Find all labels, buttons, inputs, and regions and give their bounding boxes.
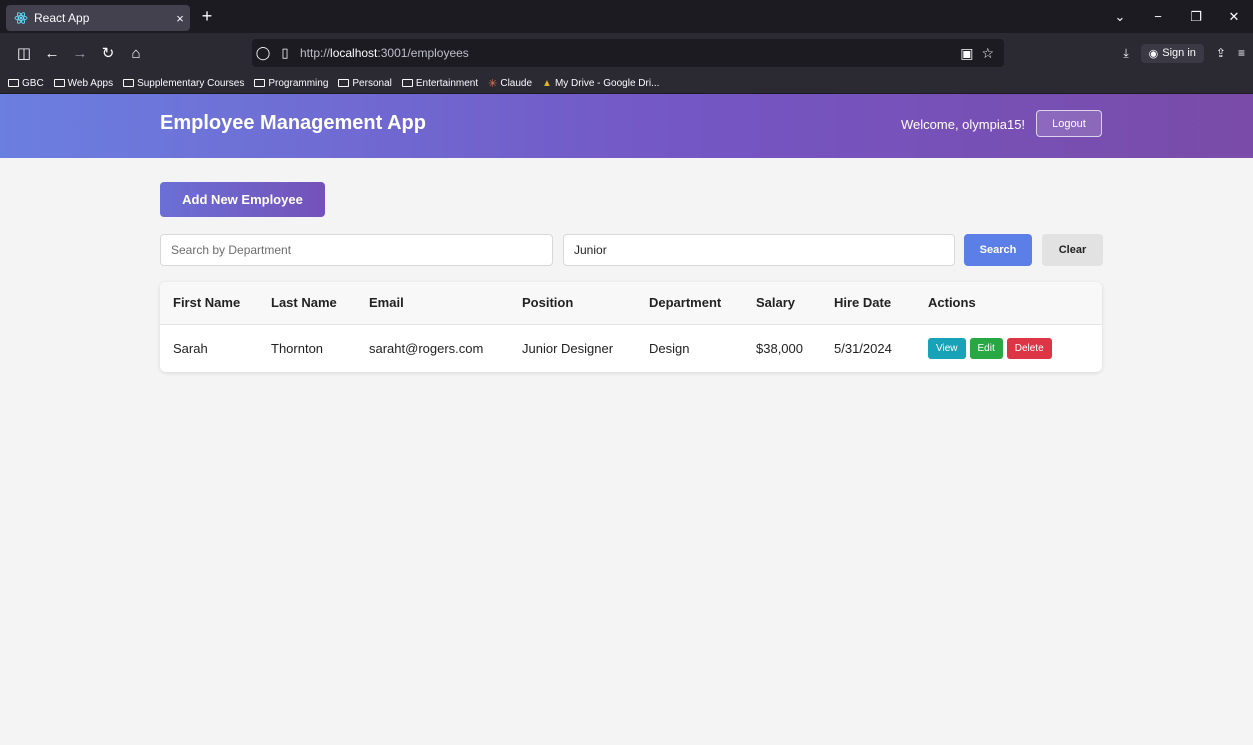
cell-position: Junior Designer bbox=[522, 340, 614, 356]
browser-tab[interactable]: React App × bbox=[6, 5, 190, 31]
column-header-hire-date: Hire Date bbox=[834, 295, 892, 311]
close-window-icon[interactable]: ✕ bbox=[1215, 9, 1253, 25]
tab-list-chevron-icon[interactable]: ⌄ bbox=[1101, 9, 1139, 25]
bookmark-google-drive[interactable]: ▲ My Drive - Google Dri... bbox=[542, 78, 659, 89]
shield-icon[interactable]: ◯ bbox=[252, 45, 274, 61]
google-drive-icon: ▲ bbox=[542, 77, 552, 89]
react-icon bbox=[14, 12, 28, 24]
browser-tabstrip: React App × + ⌄ − ❐ ✕ bbox=[0, 0, 1253, 33]
cell-email: saraht@rogers.com bbox=[369, 340, 484, 356]
column-header-actions: Actions bbox=[928, 295, 976, 311]
column-header-department: Department bbox=[649, 295, 722, 311]
view-button[interactable]: View bbox=[928, 337, 966, 359]
logout-button[interactable]: Logout bbox=[1036, 110, 1102, 137]
bookmark-web-apps[interactable]: Web Apps bbox=[53, 78, 113, 89]
reader-view-icon[interactable]: ▣ bbox=[960, 45, 973, 62]
column-header-first-name: First Name bbox=[173, 295, 241, 311]
folder-icon bbox=[8, 79, 19, 87]
column-header-last-name: Last Name bbox=[271, 295, 337, 311]
menu-icon[interactable]: ≡ bbox=[1238, 46, 1245, 60]
folder-icon bbox=[254, 79, 266, 87]
department-search-input[interactable] bbox=[160, 234, 553, 266]
cell-last-name: Thornton bbox=[271, 340, 324, 356]
search-button[interactable]: Search bbox=[964, 234, 1032, 266]
folder-icon bbox=[338, 79, 350, 87]
bookmark-personal[interactable]: Personal bbox=[338, 78, 392, 89]
column-header-position: Position bbox=[522, 295, 574, 311]
edit-button[interactable]: Edit bbox=[969, 337, 1003, 359]
app-title: Employee Management App bbox=[160, 112, 426, 134]
bookmark-entertainment[interactable]: Entertainment bbox=[401, 78, 478, 89]
reload-icon[interactable]: ↻ bbox=[94, 44, 122, 62]
table-header-row: First Name Last Name Email Position Depa… bbox=[160, 282, 1102, 324]
url-text[interactable]: http://localhost:3001/employees bbox=[300, 46, 469, 60]
tab-title: React App bbox=[34, 11, 90, 25]
browser-navbar: ◫ ← → ↻ ⌂ ◯ ▯ http://localhost:3001/empl… bbox=[0, 33, 1253, 73]
app-header: Employee Management App Welcome, olympia… bbox=[0, 94, 1253, 158]
claude-icon: ✳ bbox=[488, 77, 498, 90]
url-actions: ▣ ☆ bbox=[960, 39, 994, 67]
restore-icon[interactable]: ❐ bbox=[1177, 9, 1215, 25]
bookmark-supplementary-courses[interactable]: Supplementary Courses bbox=[123, 78, 244, 89]
cell-actions: View Edit Delete bbox=[915, 324, 1102, 372]
bookmark-claude[interactable]: ✳ Claude bbox=[488, 77, 532, 90]
minimize-icon[interactable]: − bbox=[1139, 9, 1177, 24]
home-icon[interactable]: ⌂ bbox=[122, 45, 150, 62]
forward-icon[interactable]: → bbox=[66, 45, 94, 62]
new-tab-icon[interactable]: + bbox=[196, 6, 218, 27]
nav-right: ⤓ ◉ Sign in ⇪ ≡ bbox=[1123, 33, 1245, 73]
close-tab-icon[interactable]: × bbox=[170, 11, 190, 26]
sign-in-button[interactable]: ◉ Sign in bbox=[1140, 43, 1204, 63]
bookmark-star-icon[interactable]: ☆ bbox=[981, 45, 994, 62]
window-controls: ⌄ − ❐ ✕ bbox=[1101, 0, 1253, 33]
cell-department: Design bbox=[649, 340, 690, 356]
cell-salary: $38,000 bbox=[756, 340, 803, 356]
download-icon[interactable]: ⤓ bbox=[1123, 46, 1128, 61]
bookmark-gbc[interactable]: GBC bbox=[8, 78, 44, 89]
cell-hire-date: 5/31/2024 bbox=[834, 340, 892, 356]
nav-buttons: ◫ ← → ↻ ⌂ bbox=[10, 33, 150, 73]
cell-first-name: Sarah bbox=[173, 340, 208, 356]
page-icon: ▯ bbox=[281, 45, 289, 60]
bookmark-programming[interactable]: Programming bbox=[254, 78, 328, 89]
bookmarks-bar: GBC Web Apps Supplementary Courses Progr… bbox=[0, 73, 1253, 94]
employee-table-card: First Name Last Name Email Position Depa… bbox=[160, 282, 1102, 372]
welcome-message: Welcome, olympia15! bbox=[901, 117, 1026, 132]
column-header-salary: Salary bbox=[756, 295, 796, 311]
url-bar[interactable]: ◯ ▯ http://localhost:3001/employees ▣ ☆ bbox=[252, 39, 1004, 67]
clear-button[interactable]: Clear bbox=[1042, 234, 1103, 266]
column-header-email: Email bbox=[369, 295, 404, 311]
back-icon[interactable]: ← bbox=[38, 45, 66, 62]
delete-button[interactable]: Delete bbox=[1006, 337, 1052, 359]
account-icon: ◉ bbox=[1148, 47, 1159, 60]
employee-table: First Name Last Name Email Position Depa… bbox=[160, 282, 1102, 372]
sidebar-icon[interactable]: ◫ bbox=[10, 44, 38, 62]
folder-icon bbox=[401, 79, 413, 87]
position-search-input[interactable] bbox=[563, 234, 955, 266]
folder-icon bbox=[53, 79, 65, 87]
folder-icon bbox=[123, 79, 135, 87]
extensions-icon[interactable]: ⇪ bbox=[1216, 46, 1226, 60]
add-employee-button[interactable]: Add New Employee bbox=[160, 182, 325, 217]
table-row: Sarah Thornton saraht@rogers.com Junior … bbox=[160, 324, 1102, 372]
